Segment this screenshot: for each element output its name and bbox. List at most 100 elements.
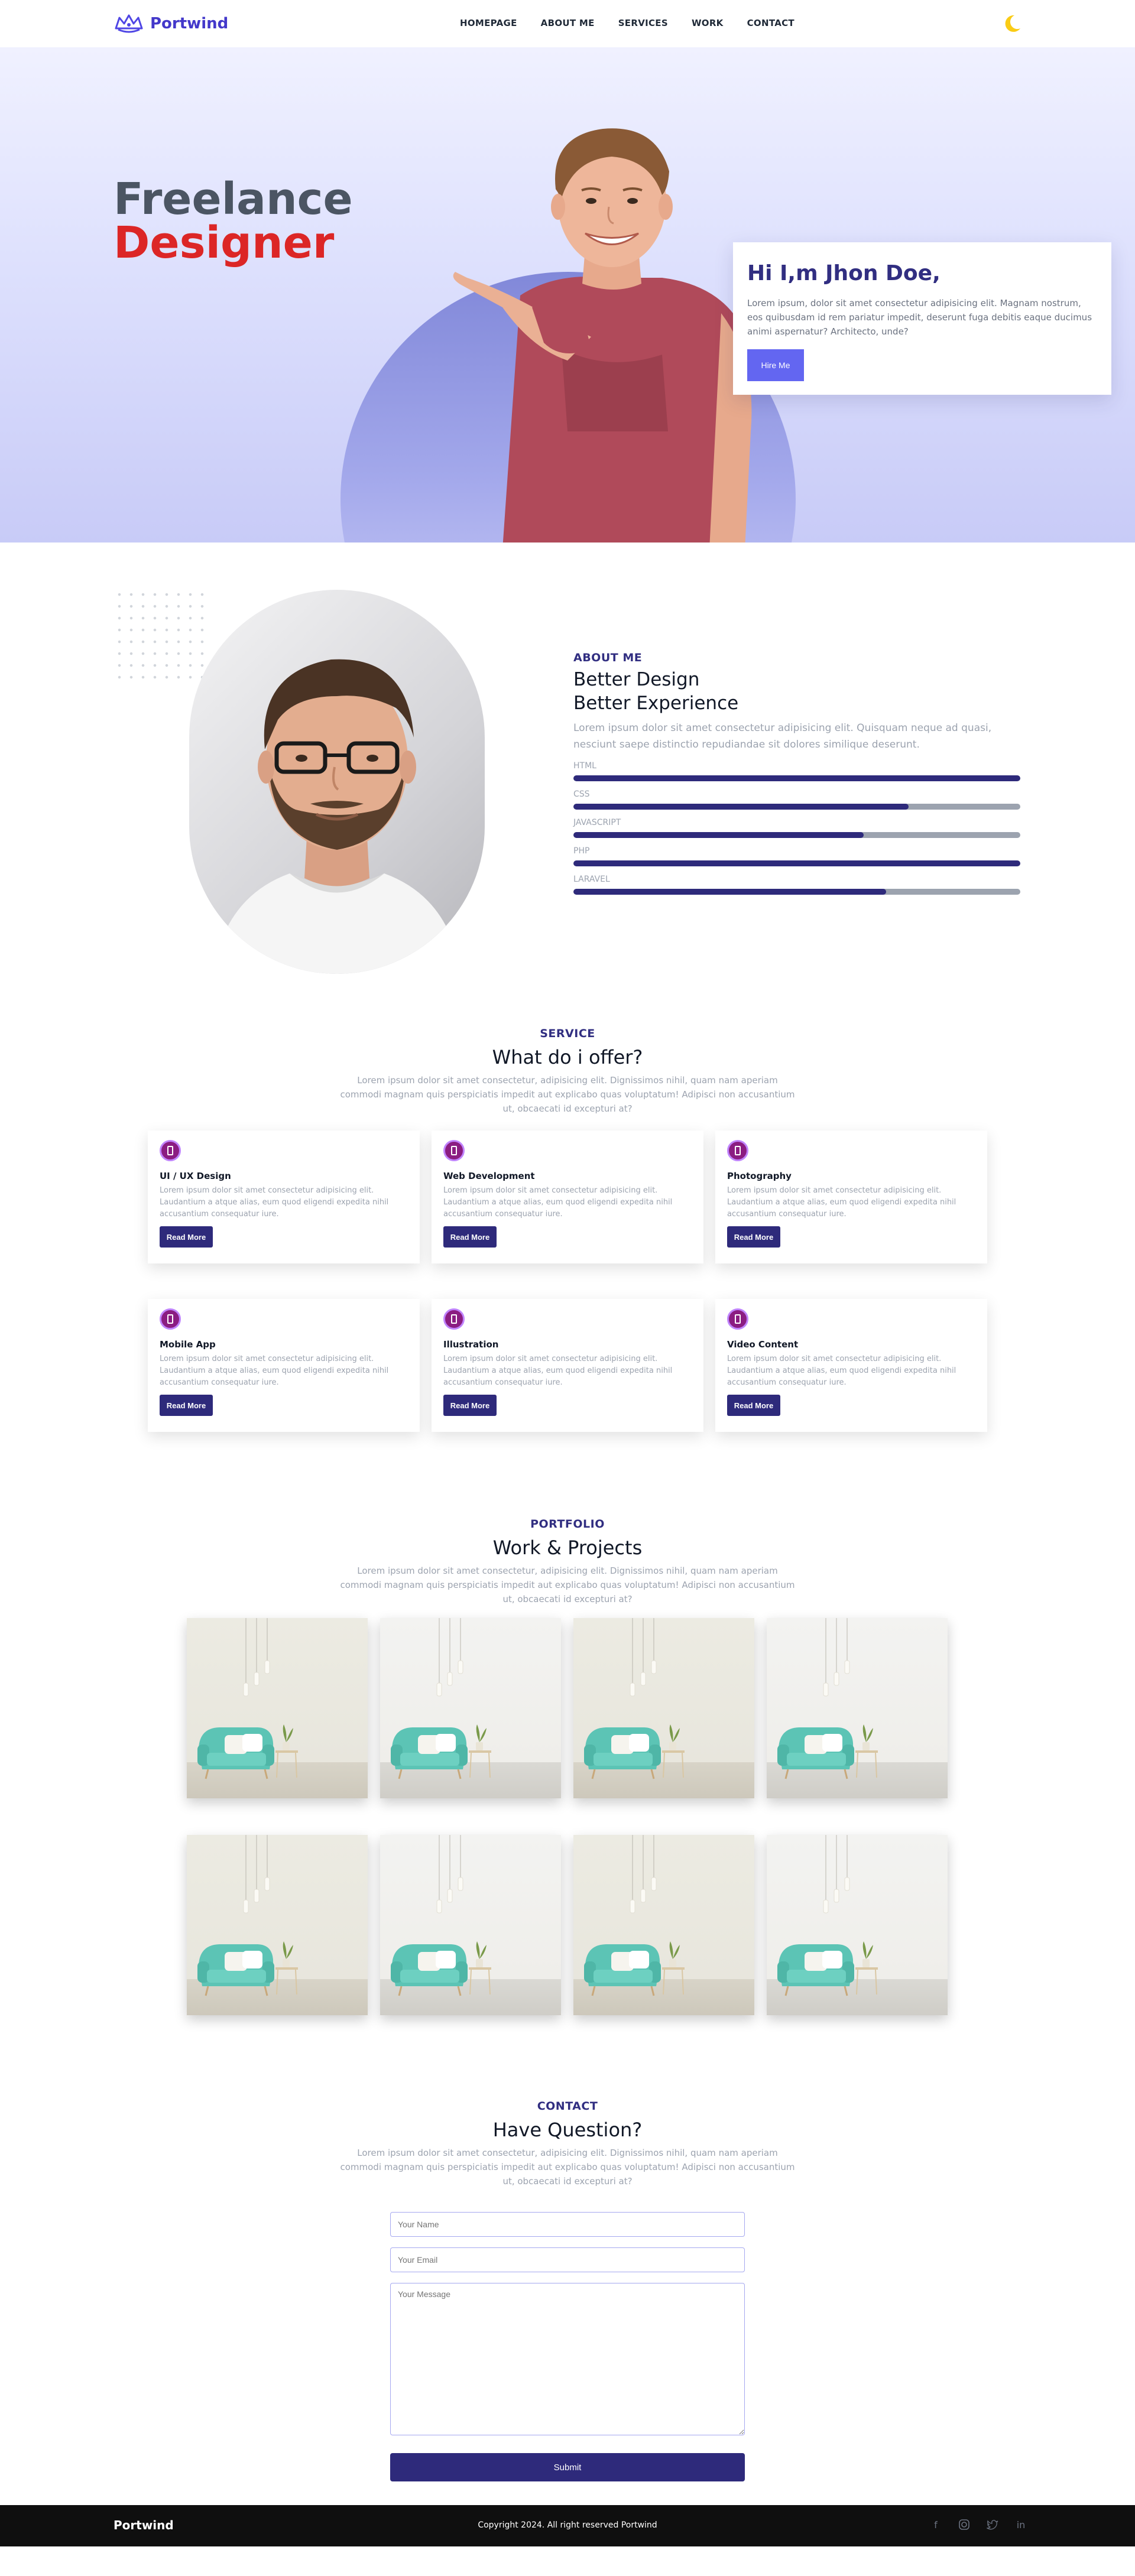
armchair-room-image: [197, 1618, 298, 1779]
service-card-mobile-app: Mobile App Lorem ipsum dolor sit amet co…: [148, 1299, 420, 1432]
skill-laravel: LARAVEL: [573, 875, 1020, 895]
skill-css: CSS: [573, 790, 1020, 810]
skill-bar-fill: [573, 832, 864, 838]
about-portrait-image: [189, 590, 485, 974]
nav-item-homepage[interactable]: HOMEPAGE: [460, 18, 517, 28]
footer: Portwind Copyright 2024. All right reser…: [0, 2505, 1135, 2546]
message-textarea[interactable]: [390, 2283, 745, 2435]
hero-intro-text: Lorem ipsum, dolor sit amet consectetur …: [747, 298, 1092, 337]
armchair-room-image: [391, 1835, 491, 1996]
portfolio-item[interactable]: [187, 1618, 368, 1798]
portfolio-item[interactable]: [380, 1835, 561, 2015]
portfolio-description: Lorem ipsum dolor sit amet consectetur, …: [340, 1565, 795, 1604]
service-text: Lorem ipsum dolor sit amet consectetur a…: [160, 1354, 389, 1387]
armchair-room-image: [197, 1835, 298, 1996]
portfolio-item[interactable]: [573, 1618, 754, 1798]
read-more-button[interactable]: Read More: [727, 1395, 780, 1416]
hero-title-line1: Freelance: [114, 174, 353, 225]
crown-logo-icon: [115, 14, 143, 33]
moon-icon[interactable]: [1000, 12, 1024, 35]
services-heading: What do i offer?: [492, 1046, 643, 1068]
service-text: Lorem ipsum dolor sit amet consectetur a…: [443, 1186, 673, 1219]
portfolio-section: PORTFOLIO Work & Projects Lorem ipsum do…: [0, 1518, 1135, 2100]
armchair-room-image: [391, 1618, 491, 1779]
read-more-button[interactable]: Read More: [160, 1395, 213, 1416]
portfolio-eyebrow: PORTFOLIO: [530, 1518, 605, 1531]
hero-section: Freelance Designer Hi I,m Jhon Doe, Lore…: [0, 47, 1135, 543]
skill-bar-fill: [573, 889, 887, 895]
portfolio-item[interactable]: [187, 1835, 368, 2015]
service-title: Illustration: [443, 1339, 499, 1350]
main-menu: HOMEPAGE ABOUT ME SERVICES WORK CONTACT: [460, 18, 794, 28]
service-text: Lorem ipsum dolor sit amet consectetur a…: [727, 1354, 956, 1387]
about-eyebrow: ABOUT ME: [573, 651, 643, 664]
portfolio-item[interactable]: [573, 1835, 754, 2015]
brand-logo[interactable]: Portwind: [114, 13, 228, 34]
nav-item-services[interactable]: SERVICES: [618, 18, 668, 28]
service-card-illustration: Illustration Lorem ipsum dolor sit amet …: [432, 1299, 703, 1432]
read-more-button[interactable]: Read More: [160, 1226, 213, 1248]
skill-bar: [573, 860, 1020, 866]
skill-bar: [573, 832, 1020, 838]
hero-greeting: Hi I,m Jhon Doe,: [747, 261, 941, 285]
about-description: Lorem ipsum dolor sit amet consectetur a…: [573, 722, 992, 751]
skill-label: HTML: [573, 761, 596, 771]
service-card-video-content: Video Content Lorem ipsum dolor sit amet…: [715, 1299, 987, 1432]
read-more-button[interactable]: Read More: [443, 1226, 497, 1248]
nav-item-contact[interactable]: CONTACT: [747, 18, 794, 28]
mobile-device-icon: [727, 1308, 748, 1330]
submit-button[interactable]: Submit: [390, 2453, 745, 2481]
services-header: SERVICE What do i offer? Lorem ipsum dol…: [0, 1027, 1135, 1116]
contact-header: CONTACT Have Question? Lorem ipsum dolor…: [0, 2100, 1135, 2188]
hero-title-line2: Designer: [114, 217, 335, 268]
social-links: f in: [928, 2517, 1029, 2532]
armchair-room-image: [584, 1618, 685, 1779]
contact-section: CONTACT Have Question? Lorem ipsum dolor…: [0, 2100, 1135, 2505]
skill-php: PHP: [573, 846, 1020, 866]
skill-label: JAVASCRIPT: [573, 818, 621, 827]
top-navbar: Portwind HOMEPAGE ABOUT ME SERVICES WORK…: [0, 0, 1135, 47]
portfolio-item[interactable]: [767, 1618, 948, 1798]
skill-bar: [573, 889, 1020, 895]
instagram-icon[interactable]: [956, 2517, 972, 2532]
email-input[interactable]: [390, 2247, 745, 2272]
twitter-icon[interactable]: [985, 2517, 1000, 2532]
services-description: Lorem ipsum dolor sit amet consectetur, …: [340, 1075, 795, 1114]
service-title: Mobile App: [160, 1339, 216, 1350]
skill-bar-fill: [573, 775, 1020, 781]
linkedin-icon[interactable]: in: [1013, 2517, 1029, 2532]
about-section: ABOUT ME Better Design Better Experience…: [0, 543, 1135, 1027]
service-text: Lorem ipsum dolor sit amet consectetur a…: [160, 1186, 389, 1219]
skill-bar-fill: [573, 860, 1020, 866]
skill-javascript: JAVASCRIPT: [573, 818, 1020, 838]
portfolio-heading: Work & Projects: [492, 1536, 643, 1559]
armchair-room-image: [584, 1835, 685, 1996]
service-text: Lorem ipsum dolor sit amet consectetur a…: [443, 1354, 673, 1387]
about-heading-line2: Better Experience: [573, 693, 739, 714]
skill-bar-fill: [573, 804, 909, 810]
skill-label: LARAVEL: [573, 875, 610, 884]
hero-title: Freelance Designer: [114, 177, 353, 265]
read-more-button[interactable]: Read More: [727, 1226, 780, 1248]
contact-eyebrow: CONTACT: [537, 2100, 598, 2113]
nav-item-about[interactable]: ABOUT ME: [541, 18, 595, 28]
mobile-device-icon: [160, 1140, 181, 1161]
hire-me-button[interactable]: Hire Me: [747, 349, 804, 381]
contact-form: Submit: [390, 2212, 745, 2481]
service-title: Video Content: [727, 1339, 799, 1350]
about-heading-line1: Better Design: [573, 669, 700, 690]
name-input[interactable]: [390, 2212, 745, 2237]
skill-label: CSS: [573, 790, 590, 799]
read-more-button[interactable]: Read More: [443, 1395, 497, 1416]
service-card-web-development: Web Development Lorem ipsum dolor sit am…: [432, 1131, 703, 1263]
mobile-device-icon: [443, 1308, 465, 1330]
portfolio-grid: [187, 1618, 948, 2015]
portfolio-item[interactable]: [380, 1618, 561, 1798]
portfolio-item[interactable]: [767, 1835, 948, 2015]
nav-item-work[interactable]: WORK: [692, 18, 724, 28]
service-text: Lorem ipsum dolor sit amet consectetur a…: [727, 1186, 956, 1219]
service-card-photography: Photography Lorem ipsum dolor sit amet c…: [715, 1131, 987, 1263]
portfolio-header: PORTFOLIO Work & Projects Lorem ipsum do…: [0, 1518, 1135, 1606]
skill-html: HTML: [573, 761, 1020, 781]
facebook-icon[interactable]: f: [928, 2517, 943, 2532]
